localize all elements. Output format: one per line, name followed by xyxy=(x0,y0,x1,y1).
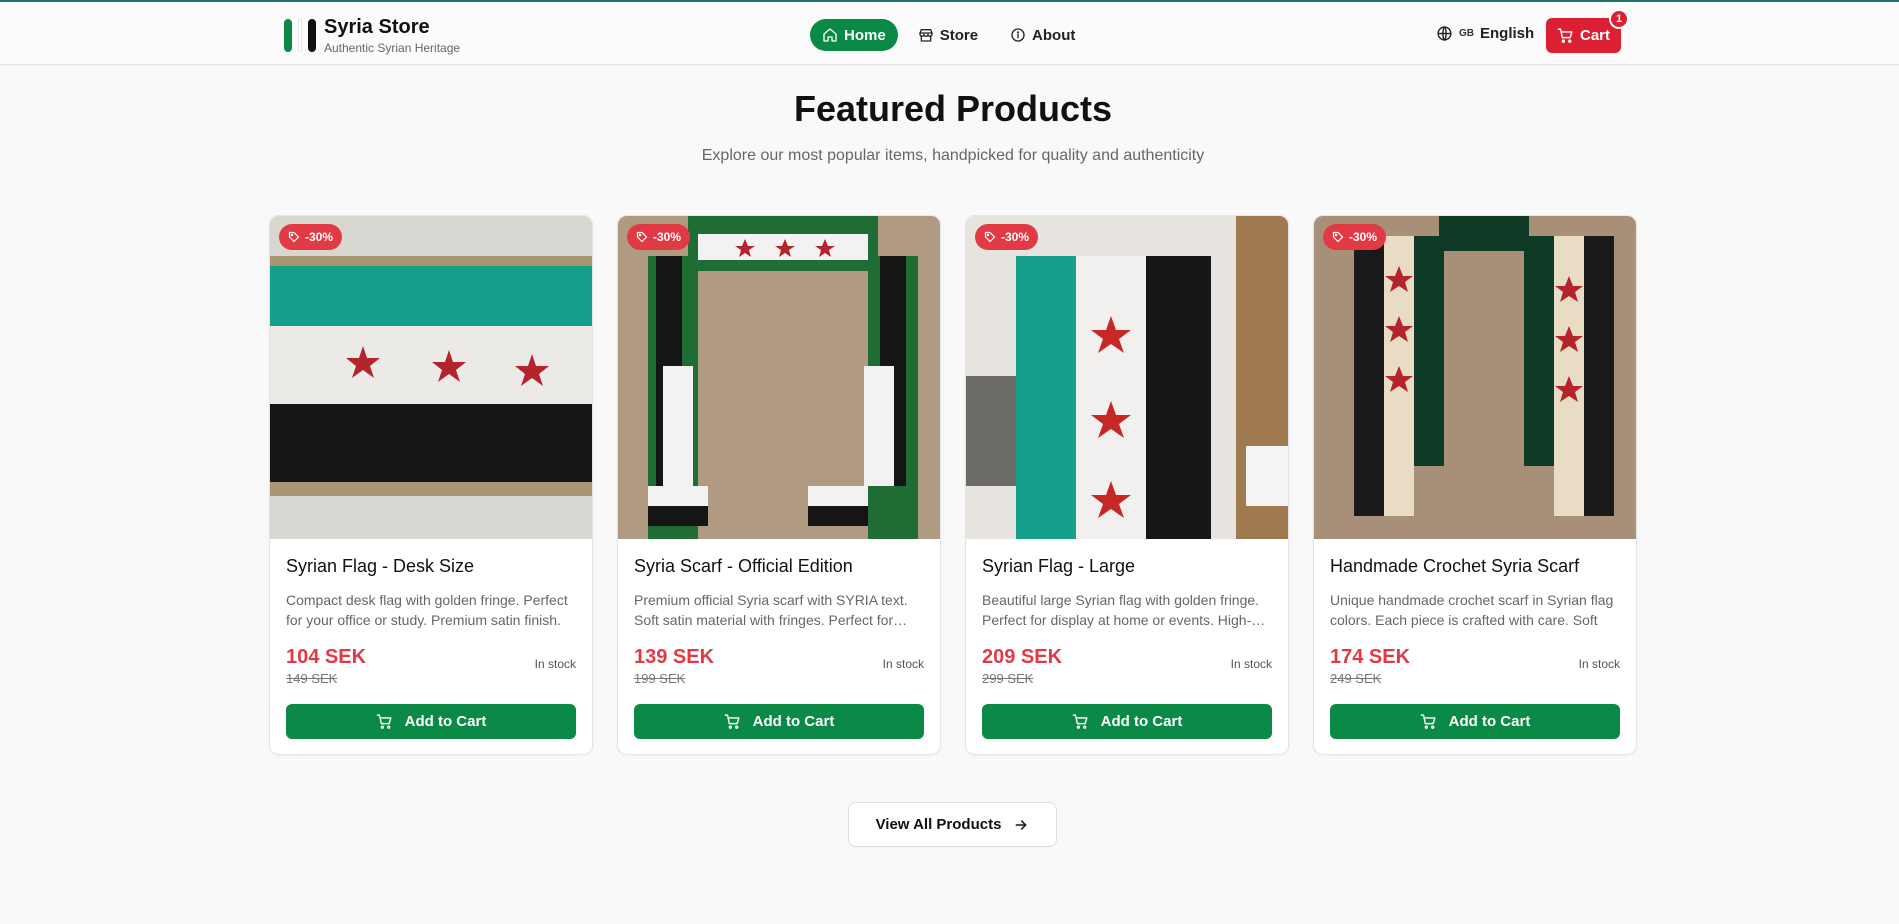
discount-badge: -30% xyxy=(627,224,691,250)
product-image[interactable]: -30% xyxy=(270,216,592,539)
discount-badge: -30% xyxy=(975,224,1039,250)
product-card[interactable]: -30% Handmade Crochet Syria Scarf Unique… xyxy=(1313,215,1637,755)
section-title: Featured Products xyxy=(793,88,1113,129)
cart-label: Cart xyxy=(1579,27,1610,44)
nav-store[interactable]: Store xyxy=(906,19,990,51)
view-all-products-button[interactable]: View All Products xyxy=(848,802,1057,847)
info-icon xyxy=(1011,28,1025,42)
crochet-scarf-photo-image xyxy=(1314,216,1636,539)
scarf-photo-image xyxy=(618,216,940,539)
discount-badge: -30% xyxy=(1323,224,1387,250)
product-old-price: 249 SEK xyxy=(1330,671,1382,686)
product-description: Unique handmade crochet scarf in Syrian … xyxy=(1330,592,1614,628)
product-title[interactable]: Handmade Crochet Syria Scarf xyxy=(1330,556,1620,580)
product-price: 209 SEK xyxy=(982,646,1063,668)
language-code: GB xyxy=(1459,28,1474,39)
cart-icon xyxy=(724,714,740,729)
add-to-cart-button[interactable]: Add to Cart xyxy=(634,704,924,739)
product-old-price: 149 SEK xyxy=(286,671,338,686)
cart-icon xyxy=(376,714,392,729)
add-to-cart-button[interactable]: Add to Cart xyxy=(286,704,576,739)
cart-icon xyxy=(1557,28,1573,43)
main-nav: Home Store About xyxy=(810,19,1087,51)
stock-status: In stock xyxy=(1230,657,1272,671)
globe-icon xyxy=(1437,26,1452,41)
product-title[interactable]: Syria Scarf - Official Edition xyxy=(634,556,924,580)
stock-status: In stock xyxy=(1578,657,1620,671)
tag-icon xyxy=(288,231,300,243)
product-price: 104 SEK xyxy=(286,646,367,668)
section-subtitle: Explore our most popular items, handpick… xyxy=(701,147,1205,164)
nav-home-label: Home xyxy=(844,26,886,44)
add-to-cart-button[interactable]: Add to Cart xyxy=(982,704,1272,739)
product-card[interactable]: -30% Syrian Flag - Desk Size Compact des… xyxy=(269,215,593,755)
product-image[interactable]: -30% xyxy=(966,216,1288,539)
cart-icon xyxy=(1072,714,1088,729)
tag-icon xyxy=(636,231,648,243)
product-image[interactable]: -30% xyxy=(618,216,940,539)
home-icon xyxy=(823,28,837,42)
brand-logo[interactable]: Syria Store Authentic Syrian Heritage xyxy=(284,16,460,55)
discount-badge: -30% xyxy=(279,224,343,250)
cart-icon xyxy=(1420,714,1436,729)
nav-about[interactable]: About xyxy=(998,19,1087,51)
nav-about-label: About xyxy=(1032,26,1076,44)
tag-icon xyxy=(984,231,996,243)
brand-title: Syria Store xyxy=(324,16,430,38)
product-title[interactable]: Syrian Flag - Large xyxy=(982,556,1272,580)
brand-subtitle: Authentic Syrian Heritage xyxy=(324,41,461,55)
tag-icon xyxy=(1332,231,1344,243)
site-header: Syria Store Authentic Syrian Heritage Ho… xyxy=(0,0,1899,65)
product-image[interactable]: -30% xyxy=(1314,216,1636,539)
stock-status: In stock xyxy=(534,657,576,671)
product-card[interactable]: -30% Syrian Flag - Large Beautiful large… xyxy=(965,215,1289,755)
product-description: Premium official Syria scarf with SYRIA … xyxy=(634,592,908,628)
stock-status: In stock xyxy=(882,657,924,671)
product-title[interactable]: Syrian Flag - Desk Size xyxy=(286,556,576,580)
store-icon xyxy=(919,29,933,42)
product-price: 139 SEK xyxy=(634,646,715,668)
add-to-cart-button[interactable]: Add to Cart xyxy=(1330,704,1620,739)
product-description: Beautiful large Syrian flag with golden … xyxy=(982,592,1266,628)
product-old-price: 199 SEK xyxy=(634,671,686,686)
flag-photo-image xyxy=(270,216,592,539)
product-description: Compact desk flag with golden fringe. Pe… xyxy=(286,592,568,628)
product-price: 174 SEK xyxy=(1330,646,1411,668)
product-old-price: 299 SEK xyxy=(982,671,1034,686)
language-selector[interactable]: GB English xyxy=(1436,25,1534,42)
language-label: English xyxy=(1480,25,1535,42)
arrow-right-icon xyxy=(1016,819,1027,830)
nav-store-label: Store xyxy=(939,26,979,44)
cart-count-badge: 1 xyxy=(1609,9,1629,29)
nav-home[interactable]: Home xyxy=(810,19,898,51)
product-card[interactable]: -30% Syria Scarf - Official Edition Prem… xyxy=(617,215,941,755)
flag-bars-icon xyxy=(284,19,316,52)
large-flag-photo-image xyxy=(966,216,1288,539)
